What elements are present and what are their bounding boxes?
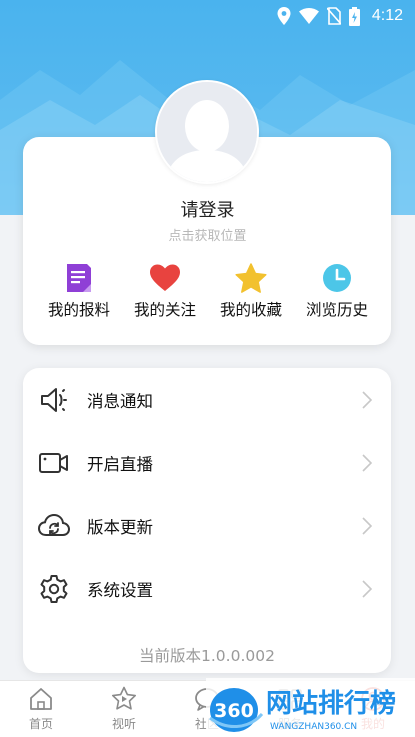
chevron-right-icon bbox=[362, 517, 373, 535]
clock-icon bbox=[321, 262, 353, 294]
no-sim-icon bbox=[326, 7, 341, 25]
menu-item-label: 消息通知 bbox=[87, 392, 153, 411]
my-follows-button[interactable]: 我的关注 bbox=[122, 262, 208, 322]
heart-icon bbox=[149, 262, 181, 294]
menu-item-system-settings[interactable]: 系统设置 bbox=[23, 561, 391, 617]
version-label: 当前版本1.0.0.002 bbox=[139, 647, 275, 665]
menu-item-label: 开启直播 bbox=[87, 455, 153, 474]
menu-item-label: 版本更新 bbox=[87, 518, 153, 537]
cloud-sync-icon bbox=[38, 510, 70, 542]
my-follows-label: 我的关注 bbox=[133, 301, 196, 319]
get-location-link[interactable]: 点击获取位置 bbox=[0, 225, 415, 244]
nav-label: 首页 bbox=[28, 717, 53, 731]
menu-item-notifications[interactable]: 消息通知 bbox=[23, 372, 391, 428]
speaker-icon bbox=[38, 384, 70, 416]
my-favorites-label: 我的收藏 bbox=[219, 301, 282, 319]
gear-icon bbox=[38, 573, 70, 605]
login-prompt[interactable]: 请登录 bbox=[0, 196, 415, 222]
nav-home[interactable]: 首页 bbox=[11, 685, 71, 732]
play-icon bbox=[109, 685, 139, 713]
clock-time: 4:12 bbox=[371, 7, 403, 24]
nav-media[interactable]: 视听 bbox=[94, 685, 154, 732]
chevron-right-icon bbox=[362, 580, 373, 598]
my-favorites-button[interactable]: 我的收藏 bbox=[208, 262, 294, 322]
watermark-title: 网站排行榜 bbox=[266, 688, 396, 719]
default-avatar-icon bbox=[157, 82, 257, 182]
chevron-right-icon bbox=[362, 454, 373, 472]
report-icon bbox=[63, 262, 95, 294]
settings-card: 消息通知 开启直播 版本更新 系统设置 当前版本1.0.0.002 bbox=[23, 368, 391, 673]
chevron-right-icon bbox=[362, 391, 373, 409]
site-watermark: 360 网站排行榜 WANGZHAN360.CN bbox=[206, 678, 415, 737]
wifi-icon bbox=[298, 8, 319, 24]
home-icon bbox=[26, 685, 56, 713]
video-camera-icon bbox=[38, 447, 70, 479]
my-reports-label: 我的报料 bbox=[47, 301, 110, 319]
menu-item-version-update[interactable]: 版本更新 bbox=[23, 498, 391, 554]
browse-history-label: 浏览历史 bbox=[305, 301, 368, 319]
star-icon bbox=[235, 262, 267, 294]
menu-item-label: 系统设置 bbox=[87, 581, 153, 600]
watermark-logo-text: 360 bbox=[214, 700, 254, 722]
quick-actions: 我的报料 我的关注 我的收藏 浏览历史 bbox=[36, 262, 380, 322]
menu-item-live-stream[interactable]: 开启直播 bbox=[23, 435, 391, 491]
location-icon bbox=[277, 7, 291, 25]
status-bar: 4:12 bbox=[0, 0, 415, 32]
avatar[interactable] bbox=[155, 80, 259, 184]
watermark-subtitle: WANGZHAN360.CN bbox=[270, 722, 357, 732]
my-reports-button[interactable]: 我的报料 bbox=[36, 262, 122, 322]
nav-label: 视听 bbox=[111, 717, 136, 731]
battery-charging-icon bbox=[348, 6, 360, 26]
browse-history-button[interactable]: 浏览历史 bbox=[294, 262, 380, 322]
